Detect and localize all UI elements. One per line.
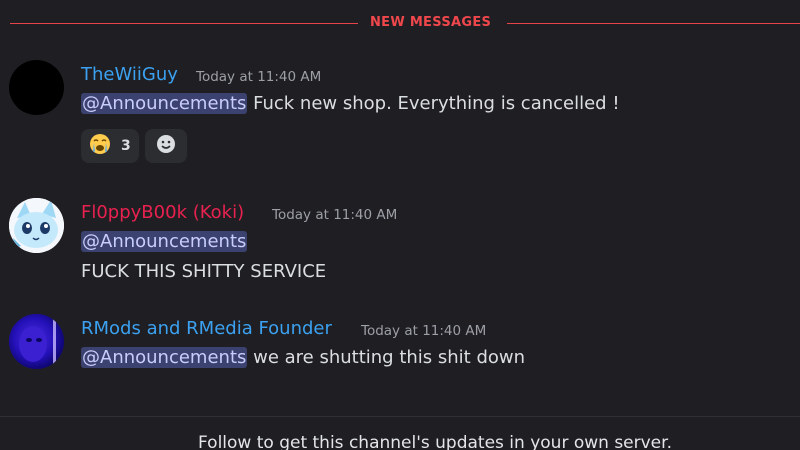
message-text: Fuck new shop. Everything is cancelled ! [247,93,620,114]
timestamp: Today at 11:40 AM [361,323,487,339]
message-thewiiguy[interactable]: TheWiiGuy Today at 11:40 AM @Announcemen… [0,60,800,170]
mention[interactable]: @Announcements [81,93,248,114]
add-reaction-button[interactable] [144,129,187,163]
message-content: @Announcements Fuck new shop. Everything… [81,92,620,116]
avatar[interactable] [9,314,64,369]
timestamp: Today at 11:40 AM [196,69,322,85]
avatar[interactable] [9,60,64,115]
message-text: we are shutting this shit down [247,347,526,368]
divider-line-right [507,23,800,24]
message-rmods[interactable]: RMods and RMedia Founder Today at 11:40 … [0,314,800,374]
reaction-crying[interactable]: 3 [81,129,139,163]
message-content: @Announcements we are shutting this shit… [81,346,525,370]
crying-face-icon [89,133,111,159]
username[interactable]: TheWiiGuy [81,64,178,86]
timestamp: Today at 11:40 AM [272,207,398,223]
mention[interactable]: @Announcements [81,347,248,368]
follow-channel-bar: Follow to get this channel's updates in … [0,416,800,450]
follow-text: Follow to get this channel's updates in … [198,433,672,450]
new-messages-label: NEW MESSAGES [370,15,492,30]
user-photo-avatar [9,314,64,369]
divider-line-left [10,23,358,24]
add-reaction-icon [155,133,177,159]
character-avatar-image [9,198,64,253]
avatar[interactable] [9,198,64,253]
message-mention-line: @Announcements [81,230,248,254]
mention[interactable]: @Announcements [81,231,248,252]
reaction-count: 3 [121,138,131,154]
reactions-bar: 3 [81,129,187,163]
message-floppybook[interactable]: Fl0ppyB00k (Koki) Today at 11:40 AM @Ann… [0,198,800,288]
chat-window: NEW MESSAGES TheWiiGuy Today at 11:40 AM… [0,0,800,450]
new-messages-divider: NEW MESSAGES [0,15,800,30]
message-text: FUCK THIS SHITTY SERVICE [81,261,327,282]
username[interactable]: Fl0ppyB00k (Koki) [81,202,244,224]
username[interactable]: RMods and RMedia Founder [81,318,332,340]
